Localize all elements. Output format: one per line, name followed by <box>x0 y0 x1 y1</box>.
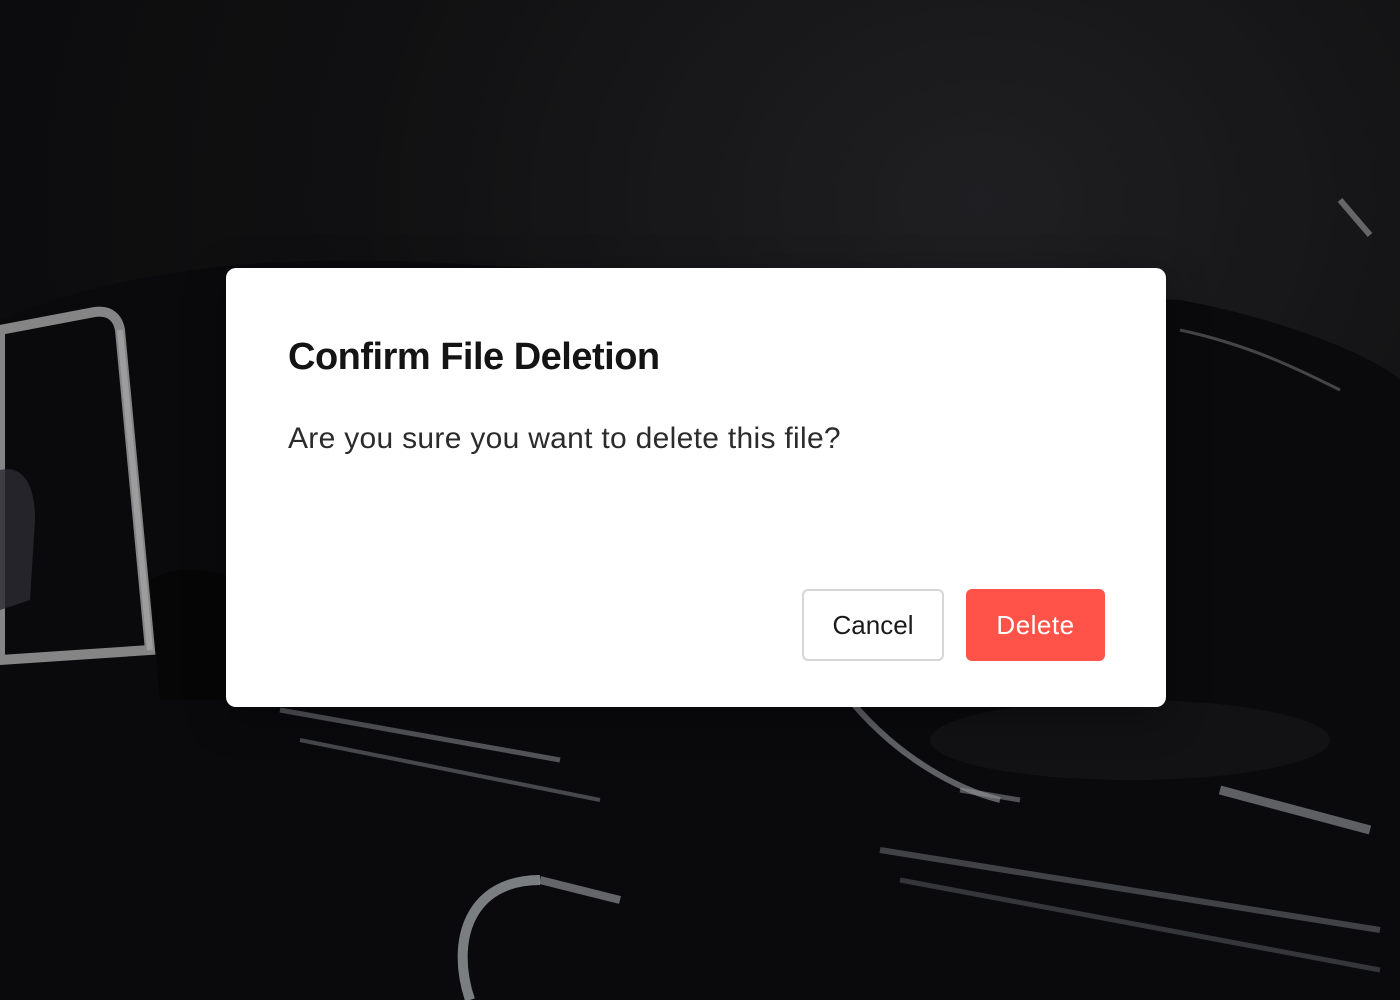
dialog-title: Confirm File Deletion <box>288 336 660 378</box>
dialog-message: Are you sure you want to delete this fil… <box>288 422 841 455</box>
confirm-delete-dialog: Confirm File Deletion Are you sure you w… <box>226 268 1166 707</box>
cancel-button[interactable]: Cancel <box>802 589 944 661</box>
dialog-actions: Cancel Delete <box>802 589 1105 661</box>
delete-button[interactable]: Delete <box>966 589 1105 661</box>
